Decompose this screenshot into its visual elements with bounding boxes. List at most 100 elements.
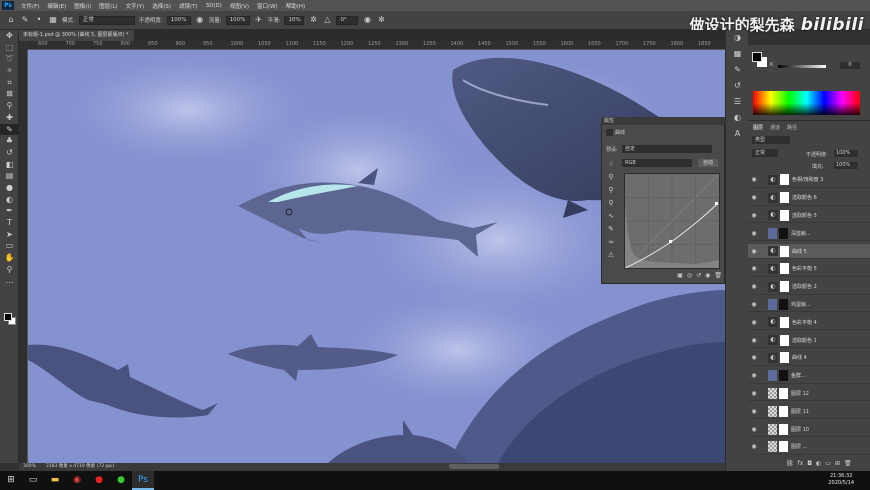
history-panel-icon[interactable]: ↺ <box>726 78 749 94</box>
layer-mask-thumbnail[interactable] <box>779 387 788 399</box>
character-panel-icon[interactable]: A <box>726 126 749 142</box>
frame-tool-icon[interactable]: ⊠ <box>0 88 19 100</box>
layer-opacity-input[interactable]: 100% <box>834 150 858 157</box>
layer-mask-thumbnail[interactable] <box>779 227 788 239</box>
curve-point[interactable] <box>669 240 672 243</box>
clone-stamp-tool-icon[interactable]: ♣ <box>0 135 19 147</box>
menu-edit[interactable]: 编辑(E) <box>43 2 70 10</box>
layer-thumbnail[interactable] <box>768 405 777 417</box>
dodge-tool-icon[interactable]: ◐ <box>0 194 19 206</box>
crop-tool-icon[interactable]: ⌗ <box>0 77 19 89</box>
clip-to-layer-icon[interactable]: ▣ <box>677 272 683 280</box>
hand-tool-icon[interactable]: ✋ <box>0 252 19 264</box>
channel-select[interactable]: RGB <box>622 159 692 167</box>
swatches-panel-icon[interactable]: ▦ <box>726 46 749 62</box>
visibility-icon[interactable]: ◉ <box>705 272 710 280</box>
pen-tool-icon[interactable]: ✒ <box>0 205 19 217</box>
layer-row[interactable]: ◉ ◐ 选取颜色 5 <box>748 209 870 224</box>
task-view-icon[interactable]: ▭ <box>22 471 44 490</box>
new-group-icon[interactable]: ▭ <box>825 460 831 468</box>
layer-row[interactable]: ◉ 图层 10 <box>748 422 870 437</box>
horizontal-scrollbar[interactable] <box>449 464 499 469</box>
visibility-eye-icon[interactable]: ◉ <box>748 372 760 379</box>
layer-thumbnail[interactable] <box>768 370 777 382</box>
home-icon[interactable]: ⌂ <box>6 15 16 25</box>
layer-mask-thumbnail[interactable] <box>780 352 789 364</box>
visibility-eye-icon[interactable]: ◉ <box>748 443 760 450</box>
visibility-eye-icon[interactable]: ◉ <box>748 176 760 183</box>
flow-input[interactable]: 100% <box>225 15 250 25</box>
document-tab[interactable]: 未标题-1.psd @ 300% (曲线 5, 图层蒙版/8) * <box>19 30 134 41</box>
more-tools-icon[interactable]: … <box>0 275 19 287</box>
layer-row[interactable]: ◉ 图层 12 <box>748 387 870 402</box>
curves-graph[interactable] <box>624 173 720 269</box>
add-mask-icon[interactable]: ◘ <box>807 460 812 468</box>
layer-row[interactable]: ◉ ◐ 色相/饱和度 3 <box>748 173 870 188</box>
blend-mode-select[interactable]: 正常 <box>752 149 778 157</box>
gradient-tool-icon[interactable]: ▤ <box>0 170 19 182</box>
tab-layers[interactable]: 图层 <box>753 123 763 133</box>
pressure-size-icon[interactable]: ◉ <box>362 15 372 25</box>
layer-mask-thumbnail[interactable] <box>780 281 789 293</box>
smooth-input[interactable]: 10% <box>284 15 305 25</box>
menu-select[interactable]: 选择(S) <box>148 2 175 10</box>
layer-row[interactable]: ◉ ◐ 曲线 5 <box>748 244 870 259</box>
visibility-eye-icon[interactable]: ◉ <box>748 265 760 272</box>
menu-filter[interactable]: 滤镜(T) <box>175 2 202 10</box>
visibility-eye-icon[interactable]: ◉ <box>748 283 760 290</box>
layer-row[interactable]: ◉ ◐ 色彩平衡 5 <box>748 262 870 277</box>
layer-mask-thumbnail[interactable] <box>780 192 789 204</box>
white-point-eyedropper-icon[interactable]: ⚲ <box>604 197 618 210</box>
opacity-input[interactable]: 100% <box>166 15 191 25</box>
layer-row[interactable]: ◉ 鱼群... <box>748 369 870 384</box>
layer-style-icon[interactable]: fx <box>798 460 804 468</box>
delete-icon[interactable]: 🗑 <box>714 272 722 280</box>
visibility-eye-icon[interactable]: ◉ <box>748 194 760 201</box>
layer-row[interactable]: ◉ 鸡蛋鲸... <box>748 298 870 313</box>
curve-point-icon[interactable]: ∿ <box>604 210 618 223</box>
netease-music-icon[interactable]: ● <box>88 471 110 490</box>
layer-mask-thumbnail[interactable] <box>779 423 788 435</box>
history-brush-tool-icon[interactable]: ↺ <box>0 147 19 159</box>
smooth-curve-icon[interactable]: ≈ <box>604 236 618 249</box>
auto-button[interactable]: 自动 <box>698 159 718 167</box>
layer-thumbnail[interactable] <box>768 387 777 399</box>
visibility-eye-icon[interactable]: ◉ <box>748 408 760 415</box>
pressure-opacity-icon[interactable]: ◉ <box>195 15 205 25</box>
menu-file[interactable]: 文件(F) <box>17 2 43 10</box>
visibility-eye-icon[interactable]: ◉ <box>748 390 760 397</box>
adjustments-panel-icon[interactable]: ◐ <box>726 110 749 126</box>
zoom-level[interactable]: 300% <box>23 463 36 471</box>
layer-mask-thumbnail[interactable] <box>779 370 788 382</box>
menu-type[interactable]: 文字(Y) <box>122 2 149 10</box>
layer-row[interactable]: ◉ ◐ 选取颜色 6 <box>748 191 870 206</box>
layer-thumbnail[interactable] <box>768 423 777 435</box>
smooth-settings-icon[interactable]: ✲ <box>308 15 318 25</box>
black-point-eyedropper-icon[interactable]: ⚲ <box>604 171 618 184</box>
layer-mask-thumbnail[interactable] <box>780 209 789 221</box>
mode-select[interactable]: 正常 <box>78 15 135 25</box>
delete-layer-icon[interactable]: 🗑 <box>844 460 852 468</box>
file-explorer-icon[interactable]: ▬ <box>44 471 66 490</box>
color-panel-icon[interactable]: ◑ <box>726 30 749 46</box>
curve-point[interactable] <box>715 202 718 205</box>
layer-row[interactable]: ◉ ◐ 选取颜色 2 <box>748 280 870 295</box>
visibility-eye-icon[interactable]: ◉ <box>748 248 760 255</box>
link-layers-icon[interactable]: ⛓ <box>786 460 794 468</box>
visibility-eye-icon[interactable]: ◉ <box>748 337 760 344</box>
properties-panel-icon[interactable]: ☰ <box>726 94 749 110</box>
visibility-eye-icon[interactable]: ◉ <box>748 354 760 361</box>
brush-tool-icon[interactable]: ✎ <box>20 15 30 25</box>
system-clock[interactable]: 21:36:32 2020/5/14 <box>828 473 854 487</box>
foreground-color-swatch[interactable] <box>4 313 12 321</box>
marquee-tool-icon[interactable]: ⬚ <box>0 42 19 54</box>
layer-mask-thumbnail[interactable] <box>780 174 789 186</box>
menu-3d[interactable]: 3D(D) <box>202 3 226 9</box>
brush-preset-icon[interactable]: • <box>34 15 44 25</box>
layer-row[interactable]: ◉ 图层 11 <box>748 404 870 420</box>
menu-image[interactable]: 图像(I) <box>70 2 95 10</box>
layer-mask-thumbnail[interactable] <box>779 298 788 310</box>
clipping-warning-icon[interactable]: ⚠ <box>604 249 618 262</box>
shape-tool-icon[interactable]: ▭ <box>0 240 19 252</box>
layer-mask-thumbnail[interactable] <box>780 245 789 257</box>
